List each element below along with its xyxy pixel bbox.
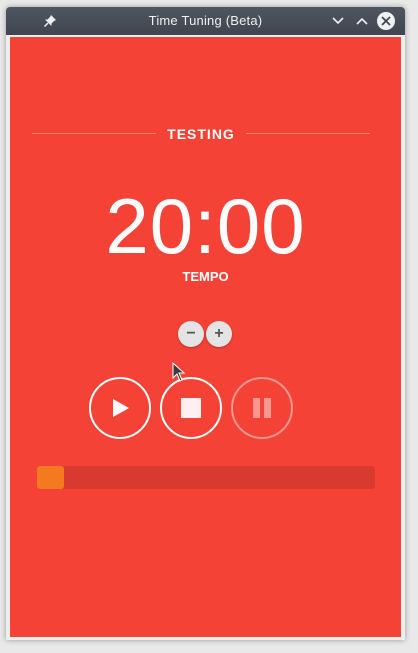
- app-window: Time Tuning (Beta) TESTING 20:00 TEMPO −…: [6, 7, 405, 640]
- stop-icon: [181, 398, 201, 418]
- decrease-button[interactable]: −: [178, 321, 204, 347]
- pause-icon: [253, 398, 271, 418]
- progress-bar: [37, 466, 375, 489]
- session-title: TESTING: [167, 126, 235, 142]
- close-icon[interactable]: [376, 11, 396, 31]
- stop-button[interactable]: [160, 377, 222, 439]
- title-bar[interactable]: Time Tuning (Beta): [6, 7, 405, 35]
- divider-right: [246, 133, 370, 134]
- timer-panel: TESTING 20:00 TEMPO − +: [10, 37, 401, 637]
- mouse-cursor-icon: [172, 362, 186, 382]
- chevron-down-icon[interactable]: [328, 11, 348, 31]
- play-button[interactable]: [89, 377, 151, 439]
- progress-fill: [37, 466, 65, 489]
- increase-button[interactable]: +: [206, 321, 232, 347]
- chevron-up-icon[interactable]: [352, 11, 372, 31]
- timer-display: 20:00: [105, 182, 306, 270]
- pause-button[interactable]: [231, 377, 293, 439]
- play-icon: [113, 399, 129, 417]
- session-header: TESTING: [32, 124, 370, 144]
- mode-label: TEMPO: [182, 269, 229, 284]
